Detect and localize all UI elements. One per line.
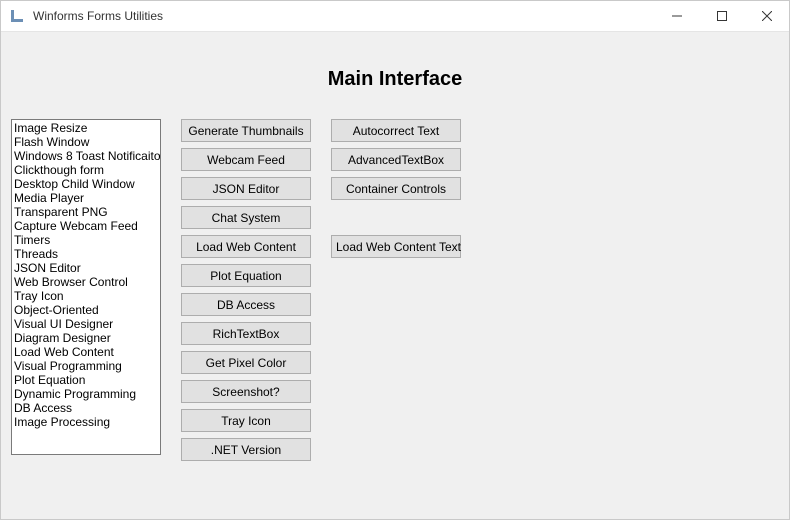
list-item[interactable]: Clickthough form [14,163,158,177]
list-item[interactable]: Desktop Child Window [14,177,158,191]
list-item[interactable]: Capture Webcam Feed [14,219,158,233]
close-button[interactable] [744,1,789,31]
plot-equation-button[interactable]: Plot Equation [181,264,311,287]
list-item[interactable]: Media Player [14,191,158,205]
autocorrect-text-button[interactable]: Autocorrect Text [331,119,461,142]
list-item[interactable]: Object-Oriented [14,303,158,317]
content-row: Image ResizeFlash WindowWindows 8 Toast … [1,91,789,473]
webcam-feed-button[interactable]: Webcam Feed [181,148,311,171]
list-item[interactable]: Image Processing [14,415,158,429]
screenshot-button[interactable]: Screenshot? [181,380,311,403]
list-item[interactable]: Tray Icon [14,289,158,303]
list-item[interactable]: Threads [14,247,158,261]
utilities-listbox[interactable]: Image ResizeFlash WindowWindows 8 Toast … [11,119,161,455]
list-item[interactable]: Web Browser Control [14,275,158,289]
container-controls-button[interactable]: Container Controls [331,177,461,200]
list-item[interactable]: Image Resize [14,121,158,135]
page-title: Main Interface [1,32,789,91]
window-controls [654,1,789,31]
list-item[interactable]: Flash Window [14,135,158,149]
db-access-button[interactable]: DB Access [181,293,311,316]
load-web-content-text-button[interactable]: Load Web Content Text [331,235,461,258]
net-version-button[interactable]: .NET Version [181,438,311,461]
app-window: Winforms Forms Utilities Main Interface … [0,0,790,520]
list-item[interactable]: Visual UI Designer [14,317,158,331]
window-title: Winforms Forms Utilities [33,9,654,23]
chat-system-button[interactable]: Chat System [181,206,311,229]
minimize-button[interactable] [654,1,699,31]
json-editor-button[interactable]: JSON Editor [181,177,311,200]
list-item[interactable]: Transparent PNG [14,205,158,219]
button-columns: Generate Thumbnails Webcam Feed JSON Edito… [181,119,461,461]
button-column-2: Autocorrect Text AdvancedTextBox Container… [331,119,461,461]
list-item[interactable]: Timers [14,233,158,247]
app-icon [9,8,25,24]
advancedtextbox-button[interactable]: AdvancedTextBox [331,148,461,171]
list-item[interactable]: Dynamic Programming [14,387,158,401]
list-item[interactable]: Plot Equation [14,373,158,387]
list-item[interactable]: Diagram Designer [14,331,158,345]
list-item[interactable]: Windows 8 Toast Notificaiton [14,149,158,163]
list-item[interactable]: Visual Programming [14,359,158,373]
client-area: Main Interface Image ResizeFlash WindowW… [1,32,789,519]
richtextbox-button[interactable]: RichTextBox [181,322,311,345]
button-column-1: Generate Thumbnails Webcam Feed JSON Edito… [181,119,311,461]
generate-thumbnails-button[interactable]: Generate Thumbnails [181,119,311,142]
maximize-button[interactable] [699,1,744,31]
tray-icon-button[interactable]: Tray Icon [181,409,311,432]
load-web-content-button[interactable]: Load Web Content [181,235,311,258]
titlebar: Winforms Forms Utilities [1,1,789,32]
get-pixel-color-button[interactable]: Get Pixel Color [181,351,311,374]
list-item[interactable]: DB Access [14,401,158,415]
list-item[interactable]: JSON Editor [14,261,158,275]
list-item[interactable]: Load Web Content [14,345,158,359]
